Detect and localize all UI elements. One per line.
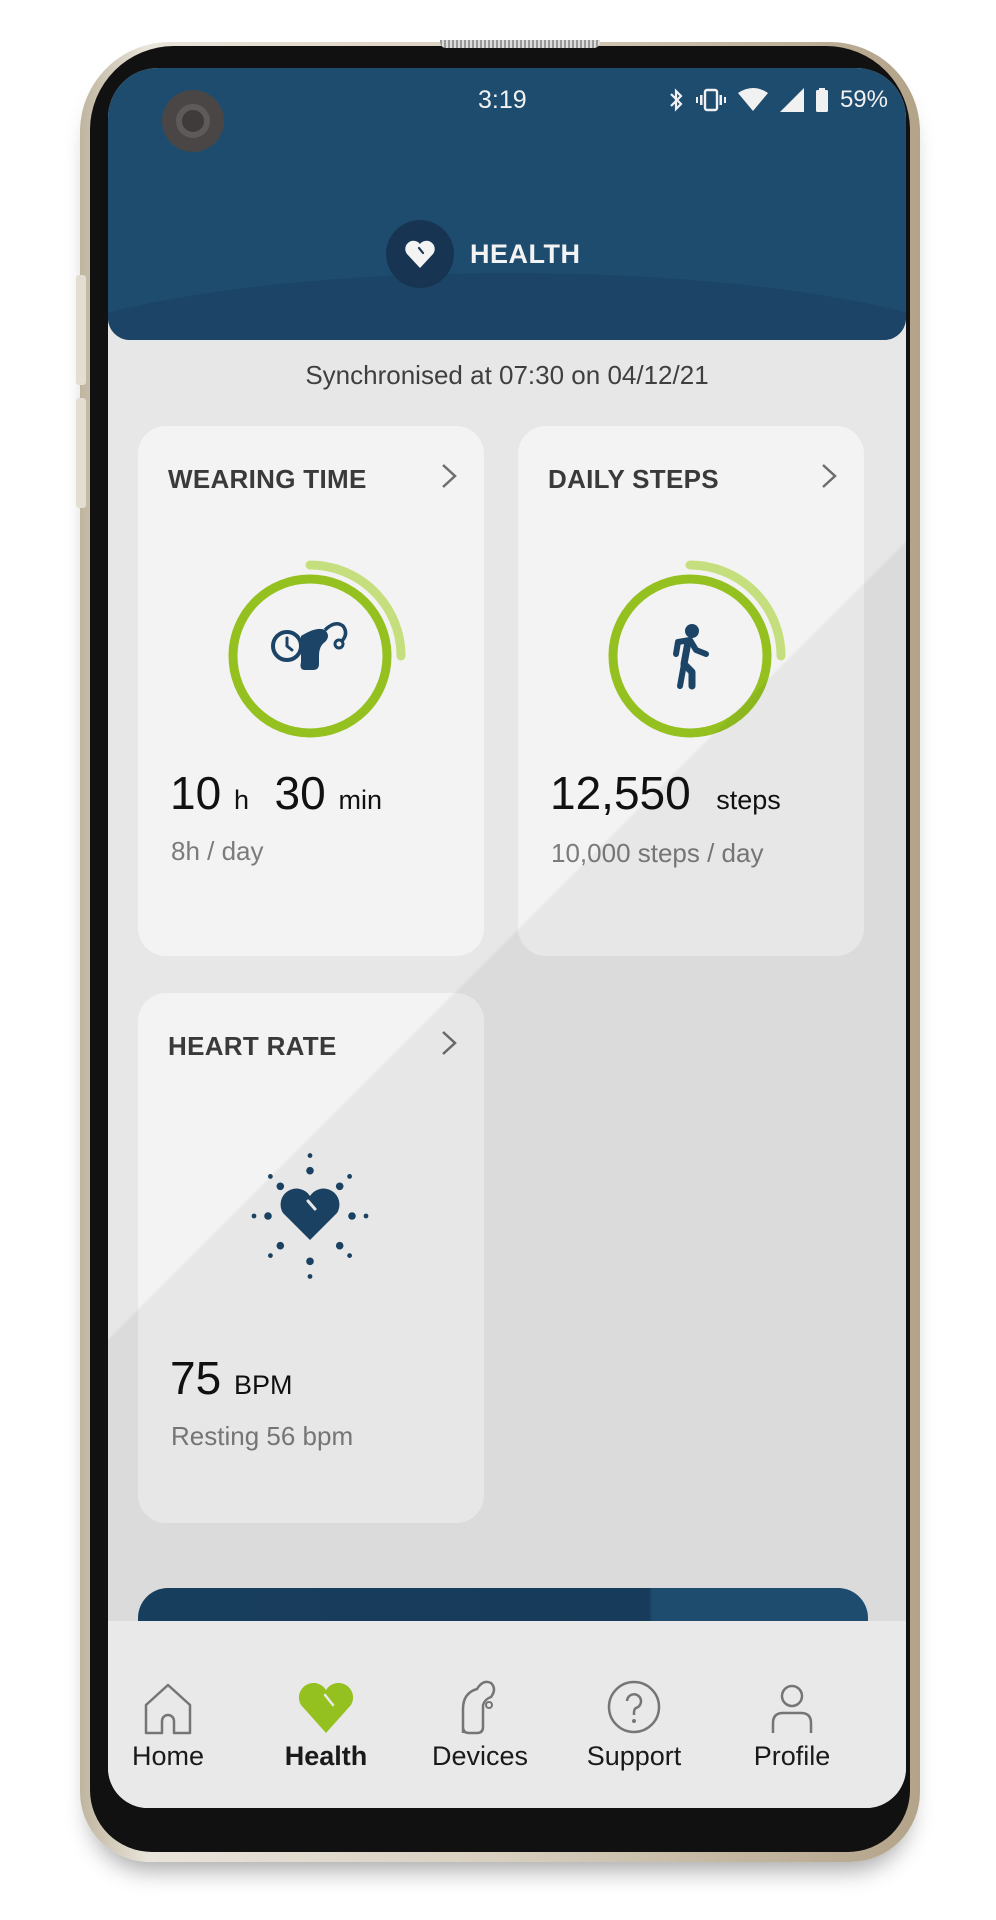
nav-profile[interactable]: Profile	[722, 1671, 862, 1772]
card-title: DAILY STEPS	[548, 464, 719, 494]
nav-support[interactable]: Support	[564, 1671, 704, 1772]
sync-status: Synchronised at 07:30 on 04/12/21	[305, 360, 709, 390]
volume-button	[76, 275, 86, 385]
pulse-dot	[363, 1213, 369, 1219]
wearing-time-value: 10 h 30 min	[170, 767, 383, 819]
heart-pulse-icon	[251, 1153, 369, 1279]
walking-person-icon	[673, 624, 709, 690]
pulse-dot	[268, 1174, 273, 1179]
ring-base	[608, 574, 772, 738]
header-title: HEALTH	[470, 238, 581, 269]
pulse-dot	[276, 1182, 285, 1191]
card-title: HEART RATE	[168, 1031, 337, 1061]
heart-icon	[298, 1683, 354, 1733]
nav-devices[interactable]: Devices	[410, 1671, 550, 1772]
status-icons: 59%	[668, 86, 888, 114]
vibrate-icon	[695, 88, 726, 112]
nav-health[interactable]: Health	[256, 1671, 396, 1772]
chevron-right-icon[interactable]	[820, 462, 838, 490]
hearing-aid-icon	[461, 1680, 496, 1735]
help-circle-icon	[607, 1680, 661, 1734]
pulse-dot	[335, 1182, 344, 1191]
pulse-dot	[276, 1241, 285, 1250]
pulse-dot	[306, 1166, 314, 1175]
battery-icon	[815, 88, 828, 112]
heart-rate-card[interactable]: HEART RATE 75 BPM Resting 56 bpm	[138, 993, 484, 1523]
signal-icon	[779, 88, 804, 112]
home-icon	[144, 1683, 192, 1735]
heart-rate-value: 75 BPM	[170, 1352, 293, 1404]
person-icon	[771, 1684, 813, 1733]
heart-badge	[386, 220, 454, 288]
bottom-nav: Home Health Devices Support Profile	[108, 1621, 906, 1808]
wearing-time-goal: 8h / day	[171, 836, 264, 866]
power-button	[76, 398, 86, 508]
pulse-dot	[306, 1257, 314, 1266]
app-screen: 3:19 59% HEALTH Synchronised at 07:30 on…	[108, 68, 906, 1808]
card-title: WEARING TIME	[168, 464, 367, 494]
pulse-dot	[251, 1213, 257, 1219]
battery-percent: 59%	[839, 86, 888, 113]
earpiece-speaker	[440, 40, 600, 48]
pulse-dot	[307, 1274, 313, 1279]
chevron-right-icon[interactable]	[440, 1029, 458, 1057]
pulse-dot	[264, 1212, 272, 1220]
progress-ring	[228, 560, 406, 738]
hearing-aid-clock-icon	[271, 622, 348, 670]
pulse-dot	[347, 1253, 352, 1258]
daily-steps-card[interactable]: DAILY STEPS 12,550 steps 10,000 steps / …	[518, 426, 864, 956]
pulse-dot	[348, 1212, 356, 1220]
chevron-right-icon[interactable]	[440, 462, 458, 490]
status-time: 3:19	[478, 86, 527, 114]
heart-icon	[405, 240, 435, 268]
nav-home[interactable]: Home	[108, 1671, 238, 1772]
front-camera	[162, 90, 224, 152]
wearing-time-card[interactable]: WEARING TIME 10 h 30 min 8h / day	[138, 426, 484, 956]
resting-heart-rate: Resting 56 bpm	[171, 1421, 354, 1451]
pulse-dot	[335, 1241, 344, 1250]
header: 3:19 59% HEALTH	[108, 68, 906, 340]
bluetooth-icon	[670, 88, 683, 112]
page-title: HEALTH	[386, 220, 581, 288]
pulse-dot	[268, 1253, 273, 1258]
steps-value: 12,550 steps	[550, 767, 781, 819]
progress-ring	[608, 560, 786, 738]
pulse-dot	[347, 1174, 352, 1179]
steps-goal: 10,000 steps / day	[551, 838, 764, 868]
pulse-dot	[307, 1153, 313, 1158]
wifi-icon	[737, 88, 768, 111]
